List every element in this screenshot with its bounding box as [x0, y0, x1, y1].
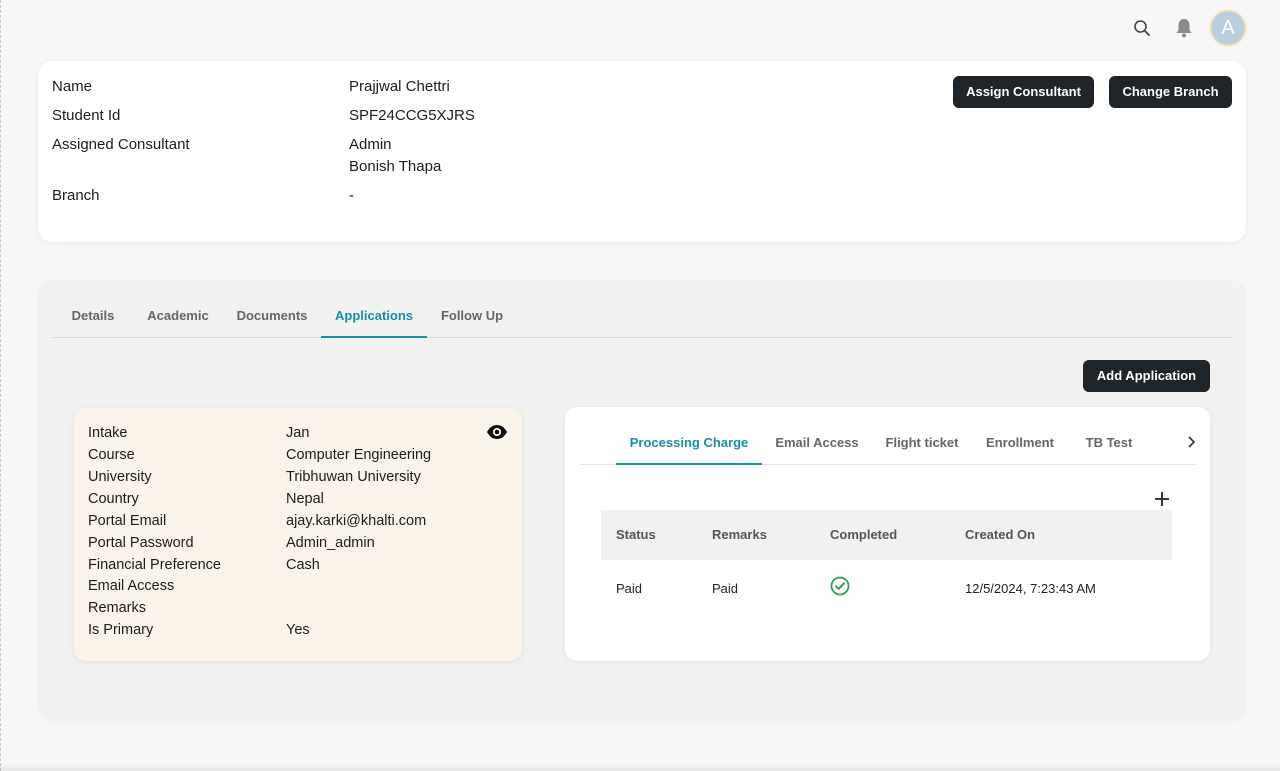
tab-follow-up[interactable]: Follow Up: [434, 298, 510, 338]
page-left-border: [0, 0, 1, 771]
eye-icon[interactable]: [486, 424, 508, 440]
university-value: Tribhuwan University: [286, 469, 421, 485]
country-label: Country: [88, 491, 139, 507]
intake-label: Intake: [88, 425, 128, 441]
bell-icon[interactable]: [1174, 17, 1194, 39]
portal-password-value: Admin_admin: [286, 535, 375, 551]
assigned-consultant-label: Assigned Consultant: [52, 136, 190, 153]
is-primary-value: Yes: [286, 622, 310, 638]
portal-password-label: Portal Password: [88, 535, 194, 551]
subtab-tb-test[interactable]: TB Test: [1074, 425, 1144, 465]
student-info-card: Name Prajjwal Chettri Student Id SPF24CC…: [38, 61, 1246, 242]
tab-applications[interactable]: Applications: [321, 298, 427, 338]
subtab-email-access[interactable]: Email Access: [772, 425, 862, 465]
tab-details[interactable]: Details: [58, 298, 128, 338]
university-label: University: [88, 469, 152, 485]
tab-academic[interactable]: Academic: [140, 298, 216, 338]
sub-tab-bar: Processing Charge Email Access Flight ti…: [580, 425, 1198, 465]
column-completed: Completed: [830, 527, 898, 542]
tab-bar: Details Academic Documents Applications …: [52, 298, 1232, 338]
status-cell: Paid: [616, 581, 643, 596]
name-label: Name: [52, 78, 93, 95]
column-created-on: Created On: [965, 527, 1036, 542]
course-value: Computer Engineering: [286, 447, 432, 463]
student-id-value: SPF24CCG5XJRS: [349, 107, 475, 124]
processing-charge-card: Processing Charge Email Access Flight ti…: [565, 407, 1210, 661]
assigned-consultant-value: Admin: [349, 136, 392, 153]
table-header: Status Remarks Completed Created On: [601, 510, 1172, 560]
assign-consultant-button[interactable]: Assign Consultant: [953, 76, 1094, 108]
avatar[interactable]: A: [1210, 10, 1246, 46]
is-primary-label: Is Primary: [88, 622, 154, 638]
application-details-card: Intake Jan Course Computer Engineering U…: [74, 408, 522, 661]
bottom-shadow: [0, 763, 1280, 771]
plus-icon[interactable]: [1152, 489, 1172, 509]
subtab-flight-ticket[interactable]: Flight ticket: [878, 425, 966, 465]
main-panel: Details Academic Documents Applications …: [38, 280, 1246, 720]
table-row: Paid Paid 12/5/2024, 7:23:43 AM: [601, 560, 1172, 620]
portal-email-value: ajay.karki@khalti.com: [286, 513, 427, 529]
branch-value: -: [349, 187, 354, 204]
check-circle-icon: [830, 576, 850, 596]
student-id-label: Student Id: [52, 107, 121, 124]
intake-value: Jan: [286, 425, 310, 441]
country-value: Nepal: [286, 491, 324, 507]
name-value: Prajjwal Chettri: [349, 78, 450, 95]
column-remarks: Remarks: [712, 527, 767, 542]
financial-preference-label: Financial Preference: [88, 557, 221, 573]
subtab-processing-charge[interactable]: Processing Charge: [616, 425, 762, 465]
email-access-label: Email Access: [88, 578, 175, 594]
column-status: Status: [616, 527, 656, 542]
branch-label: Branch: [52, 187, 100, 204]
top-bar: A: [0, 0, 1280, 58]
remarks-cell: Paid: [712, 581, 739, 596]
search-icon[interactable]: [1133, 19, 1151, 37]
assigned-consultant-value-2: Bonish Thapa: [349, 158, 442, 175]
change-branch-button[interactable]: Change Branch: [1109, 76, 1232, 108]
created-on-cell: 12/5/2024, 7:23:43 AM: [965, 581, 1096, 596]
portal-email-label: Portal Email: [88, 513, 167, 529]
subtab-enrollment[interactable]: Enrollment: [978, 425, 1062, 465]
financial-preference-value: Cash: [286, 557, 320, 573]
remarks-label: Remarks: [88, 600, 147, 616]
tab-documents[interactable]: Documents: [228, 298, 316, 338]
course-label: Course: [88, 447, 135, 463]
chevron-right-icon[interactable]: [1184, 435, 1198, 449]
add-application-button[interactable]: Add Application: [1083, 360, 1210, 392]
